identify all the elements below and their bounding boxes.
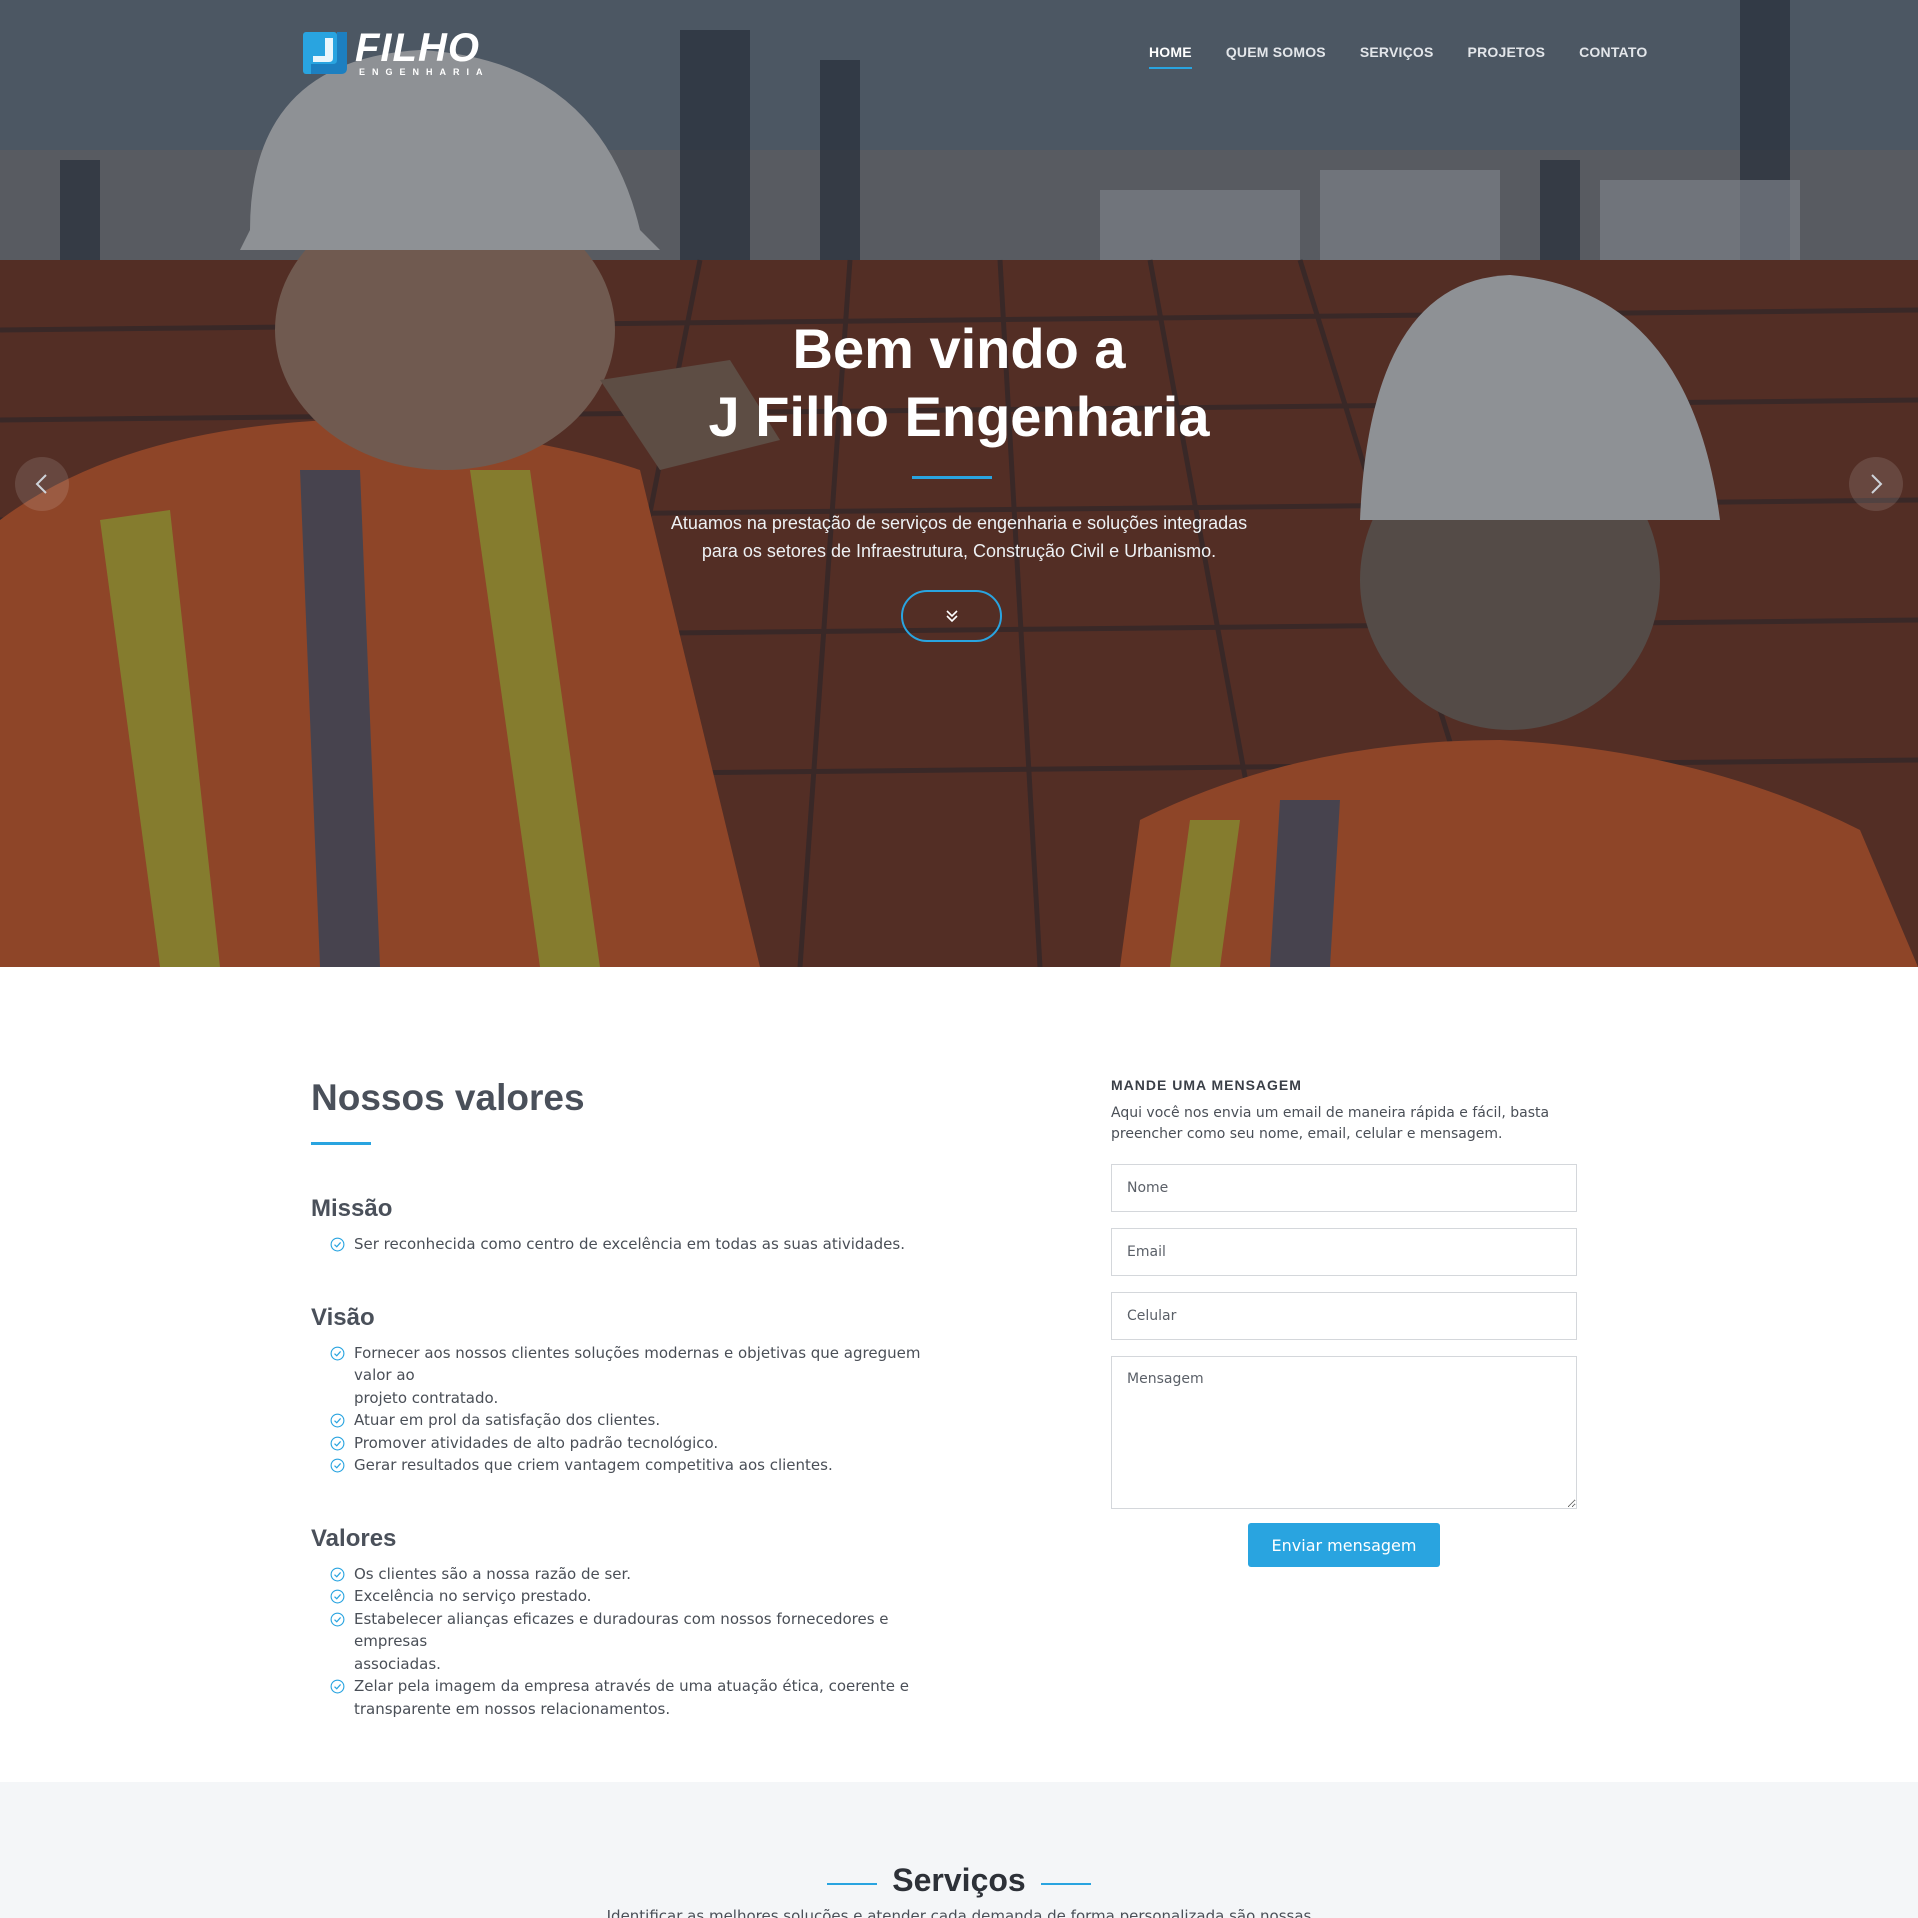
list-item-text: Fornecer aos nossos clientes soluções mo… xyxy=(354,1343,921,1385)
list-item-text: projeto contratado. xyxy=(354,1388,499,1407)
name-field[interactable] xyxy=(1111,1164,1577,1212)
nav-item-quem-somos[interactable]: QUEM SOMOS xyxy=(1209,44,1343,60)
hero-subtitle-line-2: para os setores de Infraestrutura, Const… xyxy=(701,541,1217,561)
check-circle-icon xyxy=(330,1679,345,1694)
contact-form-description-line-1: Aqui você nos envia um email de maneira … xyxy=(1111,1105,1550,1121)
mission-title: Missão xyxy=(311,1195,393,1222)
logo-wordmark: FILHO xyxy=(355,26,480,70)
list-item-text: Excelência no serviço prestado. xyxy=(354,1587,592,1605)
slider-next-button[interactable] xyxy=(1849,457,1903,511)
check-circle-icon xyxy=(330,1436,345,1450)
list-item-text: Zelar pela imagem da empresa através de … xyxy=(354,1677,909,1695)
nav-item-projetos[interactable]: PROJETOS xyxy=(1451,44,1563,60)
logo-mark-icon xyxy=(303,32,347,74)
services-title: Serviços xyxy=(827,1862,1092,1898)
list-item: Os clientes são a nossa razão de ser. xyxy=(311,1563,951,1586)
list-item-text: Atuar em prol da satisfação dos clientes… xyxy=(354,1411,661,1429)
values-title-underline xyxy=(311,1142,371,1145)
core-values-list: Os clientes são a nossa razão de ser. Ex… xyxy=(311,1563,951,1721)
phone-field[interactable] xyxy=(1111,1292,1577,1340)
hero-subtitle-line-1: Atuamos na prestação de serviços de enge… xyxy=(670,513,1248,533)
services-section: Serviços Identificar as melhores soluçõe… xyxy=(0,1782,1918,1918)
contact-form-description-line-2: preencher como seu nome, email, celular … xyxy=(1111,1126,1503,1142)
hero-title-underline xyxy=(912,476,992,479)
list-item-text: Ser reconhecida como centro de excelênci… xyxy=(354,1235,905,1253)
mission-list: Ser reconhecida como centro de excelênci… xyxy=(311,1233,951,1256)
list-item: Estabelecer alianças eficazes e duradour… xyxy=(311,1608,951,1676)
list-item-text: Promover atividades de alto padrão tecno… xyxy=(354,1433,719,1452)
contact-form-description: Aqui você nos envia um email de maneira … xyxy=(1111,1103,1577,1145)
message-field[interactable] xyxy=(1111,1356,1577,1509)
list-item: Gerar resultados que criem vantagem comp… xyxy=(311,1454,951,1477)
hero-title-line-1: Bem vindo a xyxy=(792,317,1126,380)
list-item: Zelar pela imagem da empresa através de … xyxy=(311,1675,951,1720)
values-section: Nossos valores Missão Ser reconhecida co… xyxy=(311,1076,951,1720)
check-circle-icon xyxy=(330,1413,345,1428)
hero-title: Bem vindo a J Filho Engenharia xyxy=(0,315,1918,451)
list-item-text: Gerar resultados que criem vantagem comp… xyxy=(354,1456,833,1474)
contact-form: MANDE UMA MENSAGEM Aqui você nos envia u… xyxy=(1111,1077,1577,1567)
core-values-title: Valores xyxy=(311,1524,397,1552)
hero-overlay xyxy=(0,0,1918,967)
vision-title: Visão xyxy=(311,1303,375,1331)
chevron-right-icon xyxy=(1871,474,1883,494)
main-nav: HOME QUEM SOMOS SERVIÇOS PROJETOS CONTAT… xyxy=(1132,44,1664,69)
list-item: Excelência no serviço prestado. xyxy=(311,1585,951,1608)
email-field[interactable] xyxy=(1111,1228,1577,1276)
chevron-double-down-icon xyxy=(945,610,958,623)
nav-item-contato[interactable]: CONTATO xyxy=(1562,44,1664,60)
hero-section: FILHO ENGENHARIA HOME QUEM SOMOS SERVIÇO… xyxy=(0,0,1918,967)
services-header: Serviços xyxy=(0,1862,1918,1899)
services-subtitle: Identificar as melhores soluções e atend… xyxy=(606,1907,1312,1918)
list-item: Fornecer aos nossos clientes soluções mo… xyxy=(311,1342,951,1410)
check-circle-icon xyxy=(330,1346,345,1360)
check-circle-icon xyxy=(330,1589,345,1604)
logo-tagline: ENGENHARIA xyxy=(359,67,490,77)
check-circle-icon xyxy=(330,1458,345,1473)
nav-item-servicos[interactable]: SERVIÇOS xyxy=(1343,44,1451,60)
scroll-down-button[interactable] xyxy=(901,590,1002,642)
slider-prev-button[interactable] xyxy=(15,457,69,511)
vision-list: Fornecer aos nossos clientes soluções mo… xyxy=(311,1342,951,1477)
contact-form-title: MANDE UMA MENSAGEM xyxy=(1111,1077,1302,1093)
list-item-text: transparente em nossos relacionamentos. xyxy=(354,1699,671,1718)
list-item: Ser reconhecida como centro de excelênci… xyxy=(311,1233,951,1256)
check-circle-icon xyxy=(330,1612,345,1626)
send-message-button[interactable]: Enviar mensagem xyxy=(1248,1523,1440,1567)
list-item-text: Estabelecer alianças eficazes e duradour… xyxy=(354,1609,889,1651)
check-circle-icon xyxy=(330,1567,345,1581)
brand-logo[interactable]: FILHO ENGENHARIA xyxy=(303,26,507,77)
list-item-text: associadas. xyxy=(354,1654,441,1673)
list-item-text: Os clientes são a nossa razão de ser. xyxy=(354,1564,632,1583)
list-item: Atuar em prol da satisfação dos clientes… xyxy=(311,1409,951,1432)
list-item: Promover atividades de alto padrão tecno… xyxy=(311,1432,951,1455)
values-title: Nossos valores xyxy=(311,1077,585,1118)
hero-subtitle: Atuamos na prestação de serviços de enge… xyxy=(0,509,1918,565)
chevron-left-icon xyxy=(35,474,47,494)
hero-title-line-2: J Filho Engenharia xyxy=(708,385,1210,448)
nav-item-home[interactable]: HOME xyxy=(1132,44,1209,69)
check-circle-icon xyxy=(330,1237,345,1252)
